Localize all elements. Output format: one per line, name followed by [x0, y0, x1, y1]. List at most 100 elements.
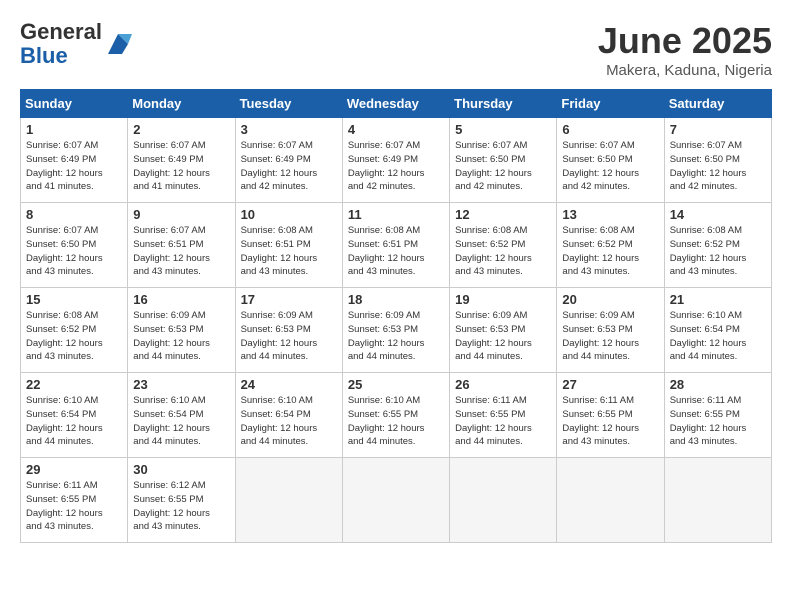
day-info: Sunrise: 6:09 AMSunset: 6:53 PMDaylight:… [455, 309, 551, 364]
calendar-day-cell: 1 Sunrise: 6:07 AMSunset: 6:49 PMDaylight… [21, 118, 128, 203]
day-number: 5 [455, 122, 551, 137]
day-number: 21 [670, 292, 766, 307]
day-info: Sunrise: 6:09 AMSunset: 6:53 PMDaylight:… [562, 309, 658, 364]
day-number: 22 [26, 377, 122, 392]
day-number: 23 [133, 377, 229, 392]
day-info: Sunrise: 6:07 AMSunset: 6:50 PMDaylight:… [455, 139, 551, 194]
calendar-day-cell: 6 Sunrise: 6:07 AMSunset: 6:50 PMDaylight… [557, 118, 664, 203]
calendar-day-cell: 2Sunrise: 6:07 AMSunset: 6:49 PMDaylight… [128, 118, 235, 203]
day-number: 9 [133, 207, 229, 222]
calendar-week-row: 22 Sunrise: 6:10 AMSunset: 6:54 PMDayligh… [21, 373, 772, 458]
calendar-day-header: Sunday [21, 90, 128, 118]
day-info: Sunrise: 6:10 AMSunset: 6:54 PMDaylight:… [133, 394, 229, 449]
calendar-day-cell: 21 Sunrise: 6:10 AMSunset: 6:54 PMDayligh… [664, 288, 771, 373]
calendar-day-cell: 4 Sunrise: 6:07 AMSunset: 6:49 PMDaylight… [342, 118, 449, 203]
day-number: 30 [133, 462, 229, 477]
day-number: 2 [133, 122, 229, 137]
day-number: 10 [241, 207, 337, 222]
day-number: 29 [26, 462, 122, 477]
day-number: 19 [455, 292, 551, 307]
calendar-day-cell: 3Sunrise: 6:07 AMSunset: 6:49 PMDaylight… [235, 118, 342, 203]
day-number: 20 [562, 292, 658, 307]
calendar-day-cell: 10 Sunrise: 6:08 AMSunset: 6:51 PMDayligh… [235, 203, 342, 288]
day-number: 17 [241, 292, 337, 307]
calendar-day-cell: 30 Sunrise: 6:12 AMSunset: 6:55 PMDayligh… [128, 458, 235, 543]
calendar-day-cell: 20 Sunrise: 6:09 AMSunset: 6:53 PMDayligh… [557, 288, 664, 373]
calendar-day-cell [557, 458, 664, 543]
calendar-day-cell: 24 Sunrise: 6:10 AMSunset: 6:54 PMDayligh… [235, 373, 342, 458]
day-number: 6 [562, 122, 658, 137]
day-info: Sunrise: 6:10 AMSunset: 6:54 PMDaylight:… [26, 394, 122, 449]
calendar-day-cell: 23 Sunrise: 6:10 AMSunset: 6:54 PMDayligh… [128, 373, 235, 458]
day-info: Sunrise: 6:10 AMSunset: 6:55 PMDaylight:… [348, 394, 444, 449]
day-number: 25 [348, 377, 444, 392]
day-number: 1 [26, 122, 122, 137]
day-info: Sunrise: 6:09 AMSunset: 6:53 PMDaylight:… [241, 309, 337, 364]
day-number: 4 [348, 122, 444, 137]
day-info: Sunrise: 6:10 AMSunset: 6:54 PMDaylight:… [670, 309, 766, 364]
day-info: Sunrise: 6:07 AMSunset: 6:49 PMDaylight:… [26, 139, 122, 194]
calendar-day-cell [450, 458, 557, 543]
day-number: 13 [562, 207, 658, 222]
day-number: 26 [455, 377, 551, 392]
day-info: Sunrise: 6:07 AMSunset: 6:49 PMDaylight:… [348, 139, 444, 194]
logo-icon [104, 30, 132, 58]
calendar-day-cell: 14 Sunrise: 6:08 AMSunset: 6:52 PMDayligh… [664, 203, 771, 288]
day-info: Sunrise: 6:08 AMSunset: 6:51 PMDaylight:… [348, 224, 444, 279]
location: Makera, Kaduna, Nigeria [598, 62, 772, 79]
day-info: Sunrise: 6:10 AMSunset: 6:54 PMDaylight:… [241, 394, 337, 449]
calendar-week-row: 8Sunrise: 6:07 AMSunset: 6:50 PMDaylight… [21, 203, 772, 288]
day-number: 28 [670, 377, 766, 392]
calendar-day-header: Monday [128, 90, 235, 118]
day-info: Sunrise: 6:11 AMSunset: 6:55 PMDaylight:… [455, 394, 551, 449]
logo: General Blue [20, 20, 132, 68]
day-info: Sunrise: 6:12 AMSunset: 6:55 PMDaylight:… [133, 479, 229, 534]
day-info: Sunrise: 6:09 AMSunset: 6:53 PMDaylight:… [348, 309, 444, 364]
calendar-day-cell: 27Sunrise: 6:11 AMSunset: 6:55 PMDayligh… [557, 373, 664, 458]
day-info: Sunrise: 6:08 AMSunset: 6:51 PMDaylight:… [241, 224, 337, 279]
calendar-day-cell: 12Sunrise: 6:08 AMSunset: 6:52 PMDayligh… [450, 203, 557, 288]
day-info: Sunrise: 6:07 AMSunset: 6:50 PMDaylight:… [562, 139, 658, 194]
day-info: Sunrise: 6:11 AMSunset: 6:55 PMDaylight:… [26, 479, 122, 534]
day-info: Sunrise: 6:09 AMSunset: 6:53 PMDaylight:… [133, 309, 229, 364]
day-number: 18 [348, 292, 444, 307]
month-title: June 2025 [598, 20, 772, 62]
day-number: 24 [241, 377, 337, 392]
day-info: Sunrise: 6:07 AMSunset: 6:50 PMDaylight:… [26, 224, 122, 279]
day-info: Sunrise: 6:07 AMSunset: 6:50 PMDaylight:… [670, 139, 766, 194]
day-number: 14 [670, 207, 766, 222]
calendar-day-cell: 17 Sunrise: 6:09 AMSunset: 6:53 PMDayligh… [235, 288, 342, 373]
calendar-day-cell: 25 Sunrise: 6:10 AMSunset: 6:55 PMDayligh… [342, 373, 449, 458]
day-info: Sunrise: 6:08 AMSunset: 6:52 PMDaylight:… [562, 224, 658, 279]
calendar-day-cell: 7 Sunrise: 6:07 AMSunset: 6:50 PMDaylight… [664, 118, 771, 203]
calendar-day-header: Saturday [664, 90, 771, 118]
day-number: 7 [670, 122, 766, 137]
day-number: 16 [133, 292, 229, 307]
calendar-day-cell: 13 Sunrise: 6:08 AMSunset: 6:52 PMDayligh… [557, 203, 664, 288]
day-info: Sunrise: 6:11 AMSunset: 6:55 PMDaylight:… [670, 394, 766, 449]
calendar-day-cell [664, 458, 771, 543]
calendar-day-header: Wednesday [342, 90, 449, 118]
day-number: 15 [26, 292, 122, 307]
calendar-day-cell: 5 Sunrise: 6:07 AMSunset: 6:50 PMDaylight… [450, 118, 557, 203]
calendar-day-cell: 28 Sunrise: 6:11 AMSunset: 6:55 PMDayligh… [664, 373, 771, 458]
calendar-week-row: 1 Sunrise: 6:07 AMSunset: 6:49 PMDaylight… [21, 118, 772, 203]
calendar-day-cell [235, 458, 342, 543]
calendar-day-cell: 11 Sunrise: 6:08 AMSunset: 6:51 PMDayligh… [342, 203, 449, 288]
calendar-day-cell [342, 458, 449, 543]
day-number: 27 [562, 377, 658, 392]
calendar-day-cell: 29 Sunrise: 6:11 AMSunset: 6:55 PMDayligh… [21, 458, 128, 543]
calendar-day-header: Friday [557, 90, 664, 118]
page-header: General Blue June 2025 Makera, Kaduna, N… [20, 20, 772, 79]
calendar-day-cell: 19 Sunrise: 6:09 AMSunset: 6:53 PMDayligh… [450, 288, 557, 373]
calendar-day-cell: 18 Sunrise: 6:09 AMSunset: 6:53 PMDayligh… [342, 288, 449, 373]
day-info: Sunrise: 6:08 AMSunset: 6:52 PMDaylight:… [670, 224, 766, 279]
calendar-header-row: SundayMondayTuesdayWednesdayThursdayFrid… [21, 90, 772, 118]
day-number: 11 [348, 207, 444, 222]
calendar-day-header: Tuesday [235, 90, 342, 118]
calendar-day-cell: 16 Sunrise: 6:09 AMSunset: 6:53 PMDayligh… [128, 288, 235, 373]
logo-blue-text: Blue [20, 43, 68, 68]
calendar-day-cell: 15Sunrise: 6:08 AMSunset: 6:52 PMDayligh… [21, 288, 128, 373]
calendar-day-cell: 26 Sunrise: 6:11 AMSunset: 6:55 PMDayligh… [450, 373, 557, 458]
day-info: Sunrise: 6:08 AMSunset: 6:52 PMDaylight:… [455, 224, 551, 279]
